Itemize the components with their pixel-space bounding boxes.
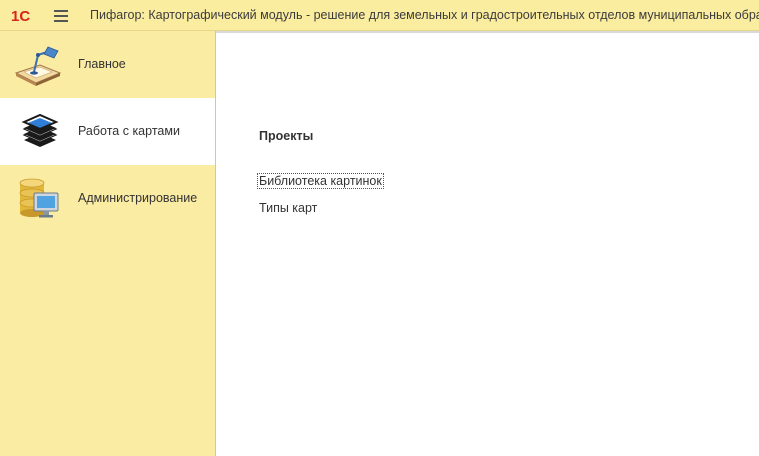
top-bar: 1С Пифагор: Картографический модуль - ре… <box>0 0 759 31</box>
sidebar-item-label: Главное <box>78 57 126 71</box>
main-content: Проекты Библиотека картинок Типы карт <box>216 31 759 456</box>
sidebar-item-maps[interactable]: Работа с картами <box>0 98 215 165</box>
1c-logo-icon[interactable]: 1С <box>11 7 45 24</box>
logo-text: 1С <box>11 8 30 24</box>
layers-icon <box>21 113 59 147</box>
sidebar-item-administration[interactable]: Администрирование <box>0 165 215 232</box>
desk-lamp-icon <box>14 46 62 86</box>
link-map-types[interactable]: Типы карт <box>258 201 318 215</box>
link-picture-library[interactable]: Библиотека картинок <box>257 173 384 189</box>
menu-icon-line <box>54 15 68 17</box>
menu-icon-line <box>54 10 68 12</box>
sidebar-item-label: Администрирование <box>78 191 198 205</box>
app-title: Пифагор: Картографический модуль - решен… <box>90 8 759 22</box>
section-title: Проекты <box>259 129 314 143</box>
menu-icon[interactable] <box>54 9 70 22</box>
sidebar-item-label: Работа с картами <box>78 124 180 138</box>
menu-icon-line <box>54 20 68 22</box>
app-window: 1С Пифагор: Картографический модуль - ре… <box>0 0 759 456</box>
sidebar-item-main[interactable]: Главное <box>0 31 215 98</box>
database-computer-icon <box>19 178 59 218</box>
sidebar: Главное Работа с картами Администрирован… <box>0 31 216 456</box>
